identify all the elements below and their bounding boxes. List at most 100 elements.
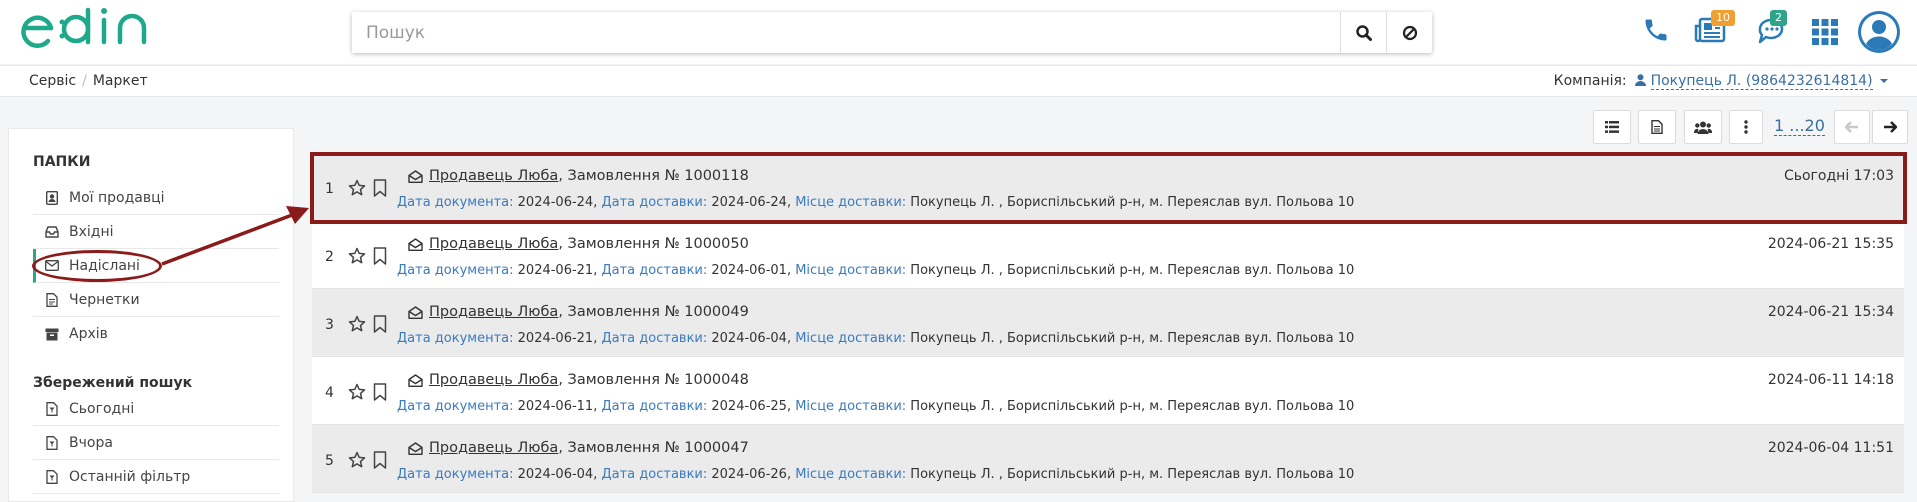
bookmark-toggle[interactable] — [372, 451, 388, 469]
document-details: Дата документа: 2024-06-24, Дата доставк… — [397, 195, 1354, 210]
company-link[interactable]: Покупець Л. (9864232614814) — [1650, 73, 1873, 90]
delivery-place-label: Місце доставки: — [795, 331, 907, 346]
doc-date-label: Дата документа: — [397, 331, 514, 346]
star-icon — [348, 315, 366, 332]
doc-date-value: 2024-06-24, — [517, 195, 598, 210]
document-row[interactable]: 5 Продавець Люба, Замовлення № 1000047 Дат… — [312, 425, 1904, 493]
bookmark-toggle[interactable] — [372, 247, 388, 265]
document-view-button[interactable] — [1638, 110, 1676, 144]
list-view-button[interactable] — [1593, 110, 1631, 144]
draft-document-icon — [45, 292, 59, 307]
sidebar-item-my-sellers[interactable]: Мої продавці — [33, 181, 279, 215]
document-timestamp: 2024-06-21 15:35 — [1767, 236, 1894, 252]
seller-link[interactable]: Продавець Люба — [429, 236, 558, 252]
sidebar-item-drafts[interactable]: Чернетки — [33, 283, 279, 317]
seller-link[interactable]: Продавець Люба — [429, 372, 558, 388]
favorite-toggle[interactable] — [348, 247, 366, 265]
search-button[interactable] — [1340, 12, 1386, 53]
top-bar: 10 2 — [0, 0, 1917, 64]
delivery-date-label: Дата доставки: — [601, 331, 708, 346]
row-number: 1 — [325, 181, 334, 197]
delivery-place-value: Покупець Л. , Бориспільський р-н, м. Пер… — [910, 195, 1355, 210]
saved-search-yesterday[interactable]: Вчора — [33, 426, 279, 460]
caret-down-icon[interactable] — [1879, 77, 1889, 85]
sidebar-item-sent[interactable]: Надіслані — [33, 249, 279, 283]
row-number: 3 — [325, 317, 334, 333]
envelope-open-icon — [408, 237, 423, 251]
contact-card-icon — [45, 190, 59, 205]
favorite-toggle[interactable] — [348, 383, 366, 401]
breadcrumb-market: Маркет — [92, 73, 148, 89]
company-label: Компанія: — [1553, 73, 1627, 89]
bookmark-icon — [373, 451, 387, 469]
clear-search-button[interactable] — [1386, 12, 1432, 53]
search-input[interactable] — [352, 12, 1340, 53]
bookmark-toggle[interactable] — [372, 383, 388, 401]
delivery-place-label: Місце доставки: — [795, 399, 907, 414]
doc-date-value: 2024-06-11, — [517, 399, 598, 414]
envelope-icon — [45, 259, 59, 273]
breadcrumb-service[interactable]: Сервіс — [29, 73, 76, 89]
doc-date-label: Дата документа: — [397, 195, 514, 210]
apps-grid-icon[interactable] — [1811, 18, 1839, 50]
sidebar-item-inbox[interactable]: Вхідні — [33, 215, 279, 249]
phone-icon[interactable] — [1642, 16, 1670, 48]
saved-filter-icon — [45, 469, 59, 484]
document-row[interactable]: 4 Продавець Люба, Замовлення № 1000048 Дат… — [312, 357, 1904, 425]
document-title: , Замовлення № 1000049 — [558, 304, 749, 320]
favorite-toggle[interactable] — [348, 315, 366, 333]
saved-filter-icon — [45, 435, 59, 450]
previous-page-button[interactable] — [1834, 110, 1870, 144]
breadcrumb-bar: Сервіс / Маркет Компанія: Покупець Л. (986… — [0, 65, 1917, 97]
more-options-button[interactable] — [1729, 110, 1763, 144]
news-badge: 10 — [1711, 10, 1735, 26]
seller-link[interactable]: Продавець Люба — [429, 168, 558, 184]
saved-filter-icon — [45, 401, 59, 416]
document-details: Дата документа: 2024-06-21, Дата доставк… — [397, 263, 1354, 278]
doc-date-value: 2024-06-04, — [517, 467, 598, 482]
user-avatar-icon[interactable] — [1857, 10, 1901, 58]
search-icon — [1355, 24, 1372, 41]
bookmark-toggle[interactable] — [372, 179, 388, 197]
delivery-date-value: 2024-06-26, — [711, 467, 792, 482]
envelope-open-icon — [408, 305, 423, 319]
archive-icon — [45, 327, 59, 341]
vertical-ellipsis-icon — [1744, 120, 1748, 134]
contacts-button[interactable] — [1684, 110, 1722, 144]
star-icon — [348, 247, 366, 264]
users-icon — [1694, 121, 1712, 134]
favorite-toggle[interactable] — [348, 451, 366, 469]
bookmark-icon — [373, 247, 387, 265]
document-row[interactable]: 1 Продавець Люба, Замовлення № 1000118 Дат… — [312, 153, 1904, 221]
bookmark-icon — [373, 179, 387, 197]
delivery-place-value: Покупець Л. , Бориспільський р-н, м. Пер… — [910, 399, 1355, 414]
star-icon — [348, 383, 366, 400]
ban-icon — [1402, 25, 1417, 40]
sidebar-item-label: Вчора — [69, 434, 113, 451]
edin-logo[interactable] — [18, 6, 163, 60]
messages-badge: 2 — [1770, 10, 1787, 26]
document-title-line: Продавець Люба, Замовлення № 1000048 — [408, 372, 749, 388]
seller-link[interactable]: Продавець Люба — [429, 304, 558, 320]
delivery-date-value: 2024-06-25, — [711, 399, 792, 414]
bookmark-toggle[interactable] — [372, 315, 388, 333]
saved-search-today[interactable]: Сьогодні — [33, 392, 279, 426]
next-page-button[interactable] — [1872, 110, 1908, 144]
document-timestamp: 2024-06-04 11:51 — [1767, 440, 1894, 456]
saved-search-last-filter[interactable]: Останній фільтр — [33, 460, 279, 494]
user-icon — [1635, 74, 1647, 86]
delivery-date-value: 2024-06-04, — [711, 331, 792, 346]
document-row[interactable]: 3 Продавець Люба, Замовлення № 1000049 Дат… — [312, 289, 1904, 357]
pagination-range[interactable]: 1 ...20 — [1774, 117, 1825, 136]
breadcrumb: Сервіс / Маркет — [29, 73, 148, 89]
seller-link[interactable]: Продавець Люба — [429, 440, 558, 456]
sidebar-item-archive[interactable]: Архів — [33, 317, 279, 351]
saved-search-heading: Збережений пошук — [33, 375, 193, 391]
list-icon — [1605, 121, 1619, 133]
delivery-date-value: 2024-06-01, — [711, 263, 792, 278]
document-row[interactable]: 2 Продавець Люба, Замовлення № 1000050 Дат… — [312, 221, 1904, 289]
favorite-toggle[interactable] — [348, 179, 366, 197]
delivery-date-label: Дата доставки: — [601, 263, 708, 278]
doc-date-label: Дата документа: — [397, 467, 514, 482]
document-title: , Замовлення № 1000050 — [558, 236, 749, 252]
